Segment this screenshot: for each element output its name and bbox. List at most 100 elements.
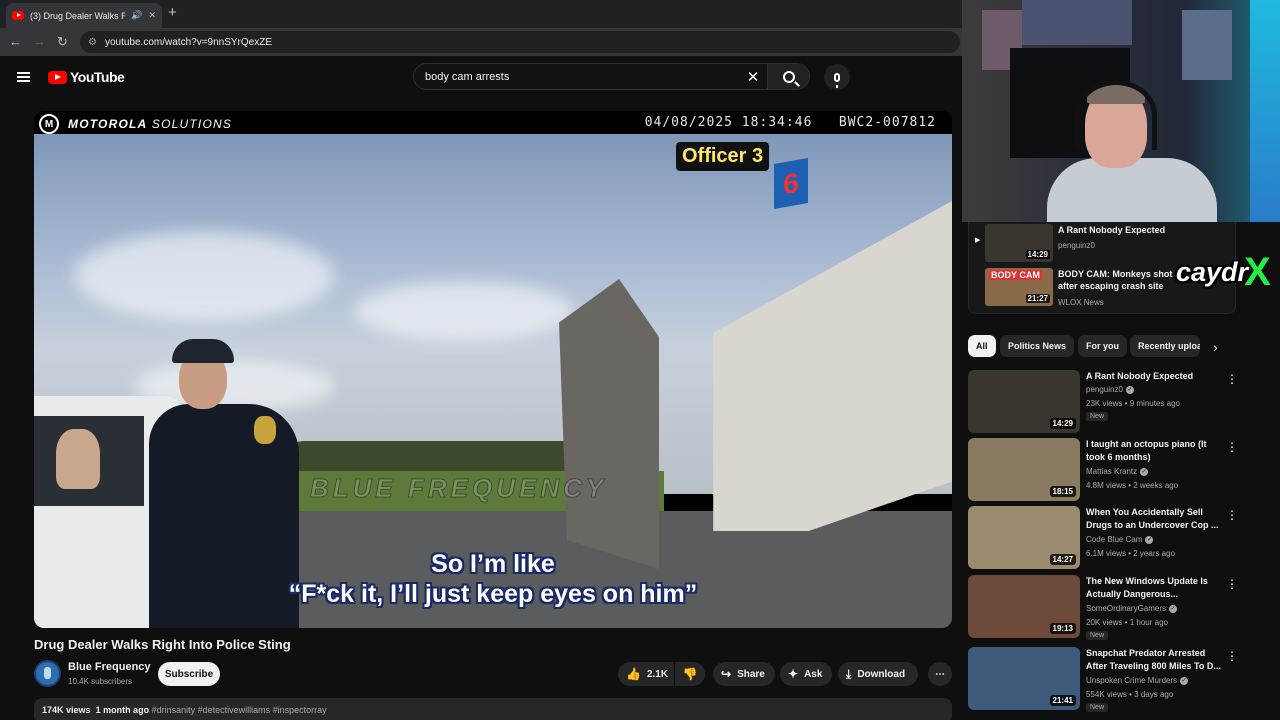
chip-politics-news[interactable]: Politics News: [1000, 335, 1075, 357]
forward-arrow-icon[interactable]: →: [33, 34, 46, 49]
more-actions-button[interactable]: ⋯: [928, 662, 952, 686]
duration-badge: 14:29: [1049, 418, 1076, 429]
download-button[interactable]: ⤓ Download: [838, 662, 918, 686]
new-badge: New: [1086, 631, 1109, 640]
rec-channel[interactable]: penguinz0 ✓: [1086, 385, 1134, 394]
reload-icon[interactable]: ↻: [57, 34, 68, 50]
description-box[interactable]: 174K views 1 month ago #drinsanity #dete…: [34, 698, 952, 720]
youtube-logo[interactable]: YouTube: [48, 69, 125, 85]
rec-title[interactable]: A Rant Nobody Expected: [1086, 370, 1222, 383]
youtube-play-icon: [48, 70, 67, 84]
chevron-right-icon[interactable]: ›: [1213, 339, 1218, 355]
queue-title[interactable]: BODY CAM: Monkeys shot after escaping cr…: [1058, 268, 1173, 292]
video-thumbnail[interactable]: 18:15: [968, 438, 1080, 501]
browser-tab-strip: (3) Drug Dealer Walks Right Into Police …: [0, 0, 962, 28]
chip-recently-uploaded[interactable]: Recently uploaded: [1130, 335, 1200, 357]
queue-thumbnail[interactable]: 14:29: [985, 224, 1053, 262]
more-vertical-icon[interactable]: ⋮: [1226, 649, 1238, 663]
video-player[interactable]: 6 M MOTOROLA SOLUTIONS 04/08/2025 18:34:…: [34, 111, 952, 628]
channel-avatar[interactable]: [34, 660, 61, 687]
recommendation-item[interactable]: 14:27 When You Accidentally Sell Drugs t…: [968, 506, 1268, 570]
rec-channel[interactable]: Mattias Krantz ✓: [1086, 467, 1149, 476]
dislike-button[interactable]: 👎: [675, 662, 705, 686]
queue-channel: WLOX News: [1058, 298, 1104, 307]
more-vertical-icon[interactable]: ⋮: [1226, 440, 1238, 454]
bodycam-timestamp: 04/08/2025 18:34:46 BWC2-007812: [645, 115, 936, 130]
audio-playing-icon[interactable]: 🔊: [131, 10, 142, 21]
video-thumbnail[interactable]: 14:27: [968, 506, 1080, 569]
more-vertical-icon[interactable]: ⋮: [1226, 577, 1238, 591]
subscribe-button[interactable]: Subscribe: [158, 662, 220, 686]
wall-banner: [1022, 0, 1132, 45]
search-input[interactable]: [414, 64, 739, 89]
search-box: ✕: [413, 63, 810, 90]
queue-channel: penguinz0: [1058, 241, 1095, 250]
view-count: 174K views: [42, 705, 91, 715]
queue-title[interactable]: A Rant Nobody Expected: [1058, 224, 1208, 236]
caption-line-1: So I’m like: [431, 550, 555, 578]
upload-age: 1 month ago: [95, 705, 150, 715]
download-icon: ⤓: [846, 666, 852, 681]
rec-title[interactable]: Snapchat Predator Arrested After Traveli…: [1086, 647, 1222, 673]
hashtags[interactable]: #drinsanity #detectivewilliams #inspecto…: [152, 705, 327, 715]
site-info-icon[interactable]: ⚙: [88, 37, 97, 48]
streamer: [1047, 80, 1217, 222]
thumbs-up-icon: 👍: [626, 667, 641, 681]
verified-icon: ✓: [1125, 385, 1134, 394]
voice-search-button[interactable]: [824, 64, 850, 90]
verified-icon: ✓: [1180, 676, 1189, 685]
chip-for-you[interactable]: For you: [1078, 335, 1127, 357]
tab-close-icon[interactable]: ✕: [148, 10, 156, 21]
headset-icon: [1075, 80, 1157, 150]
search-icon: [782, 70, 795, 83]
rec-title[interactable]: The New Windows Update Is Actually Dange…: [1086, 575, 1222, 601]
rec-title[interactable]: When You Accidentally Sell Drugs to an U…: [1086, 506, 1222, 532]
youtube-header: YouTube ✕: [0, 56, 962, 98]
motorola-brand: MOTOROLA SOLUTIONS: [68, 117, 232, 131]
cloud: [354, 281, 574, 341]
recommendation-item[interactable]: 18:15 I taught an octopus piano (It took…: [968, 438, 1268, 502]
search-button[interactable]: [767, 64, 809, 89]
share-button[interactable]: ↪ Share: [713, 662, 775, 686]
rec-meta: 23K views • 9 minutes ago: [1086, 399, 1180, 408]
rec-channel-name: SomeOrdinaryGamers: [1086, 604, 1167, 613]
duration-badge: 14:29: [1025, 250, 1050, 259]
rec-channel[interactable]: Unspoken Crime Murders ✓: [1086, 676, 1189, 685]
ask-label: Ask: [804, 668, 823, 680]
queue-thumbnail[interactable]: BODY CAM 21:27: [985, 268, 1053, 306]
now-playing-icon: ▶: [975, 237, 981, 244]
new-badge: New: [1086, 412, 1109, 421]
new-tab-button[interactable]: +: [168, 4, 177, 21]
hamburger-menu-icon[interactable]: [17, 72, 30, 82]
neon-light: [1250, 0, 1280, 222]
camera-id-text: BWC2-007812: [838, 115, 936, 130]
channel-watermark: BLUE FREQUENCY: [309, 473, 608, 504]
rec-title[interactable]: I taught an octopus piano (It took 6 mon…: [1086, 438, 1222, 464]
motorola-logo-icon: M: [39, 114, 59, 134]
more-vertical-icon[interactable]: ⋮: [1226, 508, 1238, 522]
share-label: Share: [737, 668, 765, 680]
back-arrow-icon[interactable]: ←: [9, 34, 22, 49]
video-thumbnail[interactable]: 19:13: [968, 575, 1080, 638]
download-label: Download: [857, 668, 906, 680]
channel-name[interactable]: Blue Frequency: [68, 661, 151, 673]
video-thumbnail[interactable]: 21:41: [968, 647, 1080, 710]
like-button[interactable]: 👍 2.1K: [618, 662, 674, 686]
more-horizontal-icon: ⋯: [935, 668, 945, 680]
browser-tab[interactable]: (3) Drug Dealer Walks Right Into Police …: [6, 3, 162, 28]
clear-search-icon[interactable]: ✕: [739, 68, 767, 86]
recommendation-item[interactable]: 14:29 A Rant Nobody Expected penguinz0 ✓ …: [968, 370, 1268, 434]
caption-line-2: “F*ck it, I’ll just keep eyes on him”: [288, 580, 698, 608]
recommendation-item[interactable]: 21:41 Snapchat Predator Arrested After T…: [968, 647, 1268, 712]
recommendation-item[interactable]: 19:13 The New Windows Update Is Actually…: [968, 575, 1268, 640]
rec-channel[interactable]: SomeOrdinaryGamers ✓: [1086, 604, 1178, 613]
duration-badge: 18:15: [1049, 486, 1076, 497]
more-vertical-icon[interactable]: ⋮: [1226, 372, 1238, 386]
cloud: [74, 231, 334, 321]
address-bar[interactable]: ⚙ youtube.com/watch?v=9nnSYrQexZE: [80, 31, 960, 53]
chip-all[interactable]: All: [968, 335, 996, 357]
ask-button[interactable]: ✦ Ask: [780, 662, 832, 686]
rec-channel[interactable]: Code Blue Cam ✓: [1086, 535, 1154, 544]
video-thumbnail[interactable]: 14:29: [968, 370, 1080, 433]
share-icon: ↪: [721, 667, 732, 681]
